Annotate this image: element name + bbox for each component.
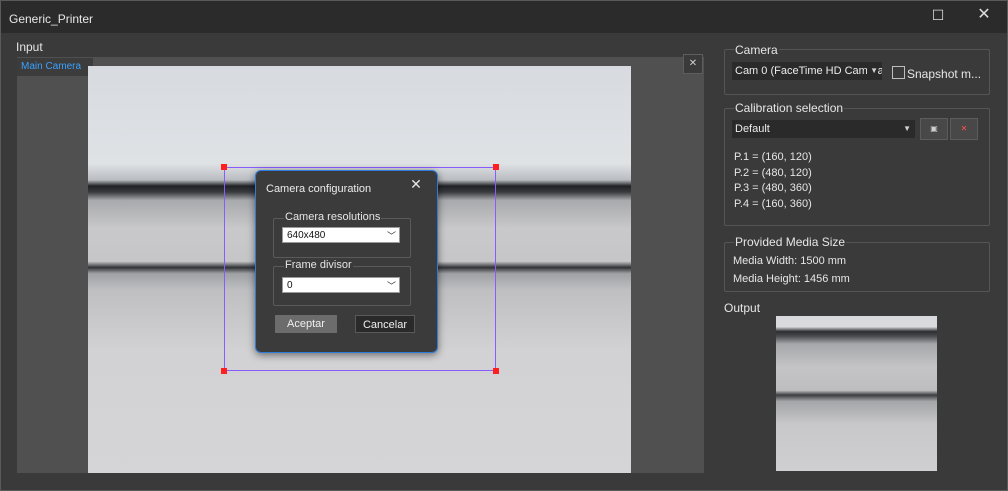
calibration-select[interactable]: Default ▼	[732, 120, 915, 138]
frame-divisor-select[interactable]: 0 ﹀	[282, 277, 400, 293]
snapshot-checkbox[interactable]	[892, 66, 905, 79]
dialog-close-button[interactable]: ✕	[406, 175, 426, 193]
calibration-point: P.2 = (480, 120)	[734, 167, 812, 179]
output-preview	[776, 316, 937, 471]
title-bar[interactable]: Generic_Printer ☐ ✕	[1, 1, 1007, 33]
delete-calibration-button[interactable]: ✕	[950, 118, 978, 140]
app-window: Generic_Printer ☐ ✕ Input Main Camera ✕ …	[0, 0, 1008, 491]
camera-resolutions-label: Camera resolutions	[284, 211, 382, 223]
chevron-down-icon: ▼	[867, 62, 878, 80]
close-input-tab-button[interactable]: ✕	[683, 54, 703, 74]
media-height-text: Media Height: 1456 mm	[733, 273, 850, 285]
calibration-label: Calibration selection	[734, 101, 845, 115]
camera-device-value: Cam 0 (FaceTime HD Camera)	[735, 65, 882, 77]
calibration-point: P.1 = (160, 120)	[734, 151, 812, 163]
resolution-select[interactable]: 640x480 ﹀	[282, 227, 400, 243]
camera-configuration-dialog: Camera configuration ✕ Camera resolution…	[255, 170, 438, 353]
chevron-down-icon: ﹀	[386, 231, 396, 241]
roi-handle-top-right[interactable]	[493, 164, 499, 170]
calibration-point: P.3 = (480, 360)	[734, 182, 812, 194]
dialog-title: Camera configuration	[266, 183, 372, 195]
roi-handle-top-left[interactable]	[221, 164, 227, 170]
delete-icon: ✕	[960, 124, 968, 133]
chevron-down-icon: ﹀	[386, 281, 396, 291]
accept-button[interactable]: Aceptar	[275, 315, 337, 333]
roi-handle-bottom-right[interactable]	[493, 368, 499, 374]
cancel-button[interactable]: Cancelar	[355, 315, 415, 333]
media-width-text: Media Width: 1500 mm	[733, 255, 847, 267]
calibration-value: Default	[735, 123, 770, 135]
maximize-button[interactable]: ☐	[918, 5, 958, 27]
resolution-value: 640x480	[287, 230, 326, 241]
tab-main-camera[interactable]: Main Camera	[17, 58, 93, 76]
close-window-button[interactable]: ✕	[964, 5, 1004, 27]
chevron-down-icon: ▼	[903, 124, 911, 133]
window-title: Generic_Printer	[9, 12, 94, 26]
media-size-label: Provided Media Size	[734, 235, 847, 249]
save-icon: ▣	[930, 124, 938, 133]
calibration-point: P.4 = (160, 360)	[734, 198, 812, 210]
camera-resolutions-group: Camera resolutions 640x480 ﹀	[273, 211, 411, 258]
frame-divisor-value: 0	[287, 280, 293, 291]
input-label: Input	[16, 40, 43, 54]
camera-device-select[interactable]: Cam 0 (FaceTime HD Camera) ▼	[732, 62, 882, 80]
output-label: Output	[724, 301, 761, 315]
save-calibration-button[interactable]: ▣	[920, 118, 948, 140]
camera-label: Camera	[734, 43, 779, 57]
frame-divisor-group: Frame divisor 0 ﹀	[273, 259, 411, 306]
roi-handle-bottom-left[interactable]	[221, 368, 227, 374]
frame-divisor-label: Frame divisor	[284, 259, 353, 271]
snapshot-label: Snapshot m...	[907, 67, 982, 81]
